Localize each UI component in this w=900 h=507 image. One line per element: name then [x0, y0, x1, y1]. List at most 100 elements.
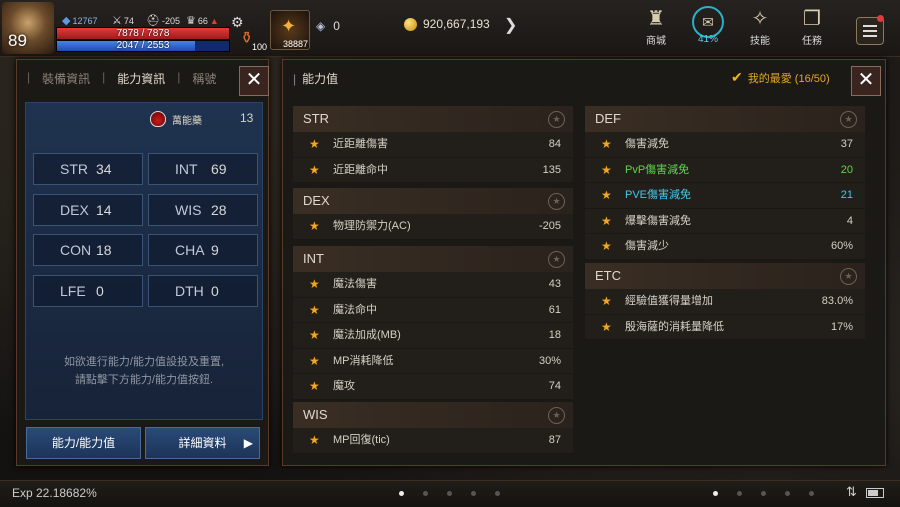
- bag-icon: ♜: [647, 8, 665, 30]
- stat-cha: CHA 9: [148, 234, 258, 266]
- star-icon[interactable]: ★: [601, 234, 612, 259]
- close-right-panel-button[interactable]: ✕: [851, 66, 881, 96]
- ministat-trophy: ♛ 66 ▲: [186, 15, 219, 27]
- quests-button[interactable]: ❐ 任務: [792, 6, 832, 47]
- page-dot[interactable]: [737, 491, 742, 496]
- elixir-flask-icon: [150, 111, 166, 127]
- quickslot-potion[interactable]: ⚱ 100: [232, 28, 268, 52]
- ability-values-panel: | 能力值 ✔ 我的最愛 (16/50) ✕ STR ★ ★ 近距離傷害 84 ★ 近距離…: [282, 59, 886, 466]
- page-dot[interactable]: [761, 491, 766, 496]
- info-tabs: | 裝備資訊 | 能力資訊 | 稱號: [27, 70, 217, 87]
- ministat-blue: ◆ 12767: [62, 15, 98, 27]
- character-info-panel: | 裝備資訊 | 能力資訊 | 稱號 ✕ 萬能藥 13 STR 34 INT 69 …: [16, 59, 269, 466]
- crystal-icon: ◈: [316, 19, 326, 33]
- section-def: DEF ★ ★ 傷害減免 37 ★ PvP傷害減免 20 ★ PVE傷害減免 21 ★ 爆擊傷害…: [585, 106, 865, 260]
- checkmark-icon: ✔: [731, 69, 743, 85]
- stat-row: ★ 近距離傷害 84: [293, 132, 573, 158]
- page-dot[interactable]: [447, 491, 452, 496]
- shop-button[interactable]: ♜ 商城: [636, 6, 676, 47]
- ability-button[interactable]: 能力/能力值: [26, 427, 141, 459]
- battery-icon: [866, 488, 884, 498]
- section-int: INT ★ ★ 魔法傷害 43 ★ 魔法命中 61 ★ 魔法加成(MB) 18 ★ MP消耗降低…: [293, 246, 573, 400]
- menu-line: [863, 35, 877, 37]
- reset-hint: 如欲進行能力/能力值設投及重置, 請點擊下方能力/能力值按鈕.: [63, 356, 225, 386]
- stat-row: ★ 殷海薩的消耗量降低 17%: [585, 314, 865, 341]
- star-icon[interactable]: ★: [309, 428, 320, 453]
- stat-row: ★ 魔攻 74: [293, 374, 573, 400]
- panel-title: | 能力值: [293, 72, 339, 86]
- stat-dex: DEX 14: [33, 194, 143, 226]
- signal-icon: ⇅: [846, 484, 857, 499]
- star-icon[interactable]: ★: [309, 158, 320, 183]
- page-dot[interactable]: [809, 491, 814, 496]
- star-icon[interactable]: ★: [309, 272, 320, 297]
- stat-row: ★ 近距離命中 135: [293, 157, 573, 184]
- stat-row-pve: ★ PVE傷害減免 21: [585, 183, 865, 209]
- tab-ability[interactable]: 能力資訊: [117, 70, 165, 87]
- stat-row: ★ 爆擊傷害減免 4: [585, 208, 865, 235]
- page-dot[interactable]: [495, 491, 500, 496]
- elixir-label-group: 萬能藥: [150, 111, 202, 127]
- character-level: 89: [8, 31, 27, 50]
- star-icon[interactable]: ★: [601, 315, 612, 340]
- skills-button[interactable]: ✧ 技能: [740, 6, 780, 47]
- play-arrow-icon: ▶: [243, 436, 253, 450]
- star-icon[interactable]: ★: [309, 214, 320, 239]
- quest-scroll-icon: ❐: [803, 8, 821, 30]
- section-dex: DEX ★ ★ 物理防禦力(AC) -205: [293, 188, 573, 240]
- page-dot[interactable]: [399, 491, 404, 496]
- ministat-attack: ⚔ 74: [112, 15, 134, 27]
- alert-triangle-icon: ▲: [209, 15, 219, 26]
- star-icon[interactable]: ★: [601, 289, 612, 314]
- page-dot[interactable]: [423, 491, 428, 496]
- star-icon[interactable]: ★: [601, 209, 612, 234]
- stat-row: ★ 物理防禦力(AC) -205: [293, 214, 573, 240]
- quickslot-item[interactable]: ✦ 38887: [270, 10, 310, 50]
- page-dot[interactable]: [785, 491, 790, 496]
- page-dot[interactable]: [713, 491, 718, 496]
- star-icon[interactable]: ★: [309, 323, 320, 348]
- favorites-toggle[interactable]: ✔ 我的最愛 (16/50): [731, 69, 830, 86]
- star-icon[interactable]: ★: [309, 349, 320, 374]
- detail-button[interactable]: 詳細資料 ▶: [145, 427, 260, 459]
- star-icon[interactable]: ★: [309, 132, 320, 157]
- helmet-icon: ⛑: [146, 15, 160, 27]
- star-icon[interactable]: ★: [601, 183, 612, 208]
- stats-area: 萬能藥 13 STR 34 INT 69 DEX 14 WIS 28 CON 18 CHA…: [25, 102, 263, 420]
- favorite-star-icon[interactable]: ★: [548, 407, 565, 424]
- favorite-star-icon[interactable]: ★: [548, 111, 565, 128]
- trophy-icon: ♛: [186, 15, 196, 27]
- star-icon[interactable]: ★: [601, 158, 612, 183]
- stat-row: ★ 經驗值獲得量增加 83.0%: [585, 289, 865, 315]
- top-hud: 89 ◆ 12767 ⚔ 74 ⛑ -205 ♛ 66 ▲ 7878 / 7878 204…: [0, 0, 900, 57]
- star-icon[interactable]: ★: [601, 132, 612, 157]
- star-icon[interactable]: ★: [309, 298, 320, 323]
- gold-coin-icon: [404, 17, 417, 31]
- favorite-star-icon[interactable]: ★: [840, 111, 857, 128]
- section-etc: ETC ★ ★ 經驗值獲得量增加 83.0% ★ 殷海薩的消耗量降低 17%: [585, 263, 865, 341]
- hp-bar: 7878 / 7878: [56, 27, 230, 40]
- mp-text: 2047 / 2553: [116, 40, 170, 51]
- tab-title[interactable]: 稱號: [192, 70, 216, 87]
- close-left-panel-button[interactable]: ✕: [239, 66, 269, 96]
- favorite-star-icon[interactable]: ★: [548, 193, 565, 210]
- menu-line: [863, 25, 877, 27]
- ministat-ac: ⛑ -205: [146, 15, 180, 27]
- elixir-count: 13: [240, 111, 254, 125]
- stat-row: ★ 魔法傷害 43: [293, 272, 573, 298]
- blue-gem-icon: ◆: [62, 15, 71, 27]
- star-icon[interactable]: ★: [309, 374, 320, 399]
- favorite-star-icon[interactable]: ★: [548, 251, 565, 268]
- stat-row-pvp: ★ PvP傷害減免 20: [585, 157, 865, 184]
- stat-row: ★ 魔法加成(MB) 18: [293, 323, 573, 349]
- menu-line: [863, 30, 877, 32]
- favorite-star-icon[interactable]: ★: [840, 268, 857, 285]
- chevron-right-icon[interactable]: ❯: [504, 15, 517, 35]
- stat-row: ★ MP消耗降低 30%: [293, 348, 573, 375]
- stat-row: ★ 傷害減免 37: [585, 132, 865, 158]
- stat-row: ★ MP回復(tic) 87: [293, 428, 573, 454]
- tab-equipment[interactable]: 裝備資訊: [42, 70, 90, 87]
- page-dot[interactable]: [471, 491, 476, 496]
- weight-button[interactable]: ✉ 41%: [688, 6, 728, 49]
- stat-con: CON 18: [33, 234, 143, 266]
